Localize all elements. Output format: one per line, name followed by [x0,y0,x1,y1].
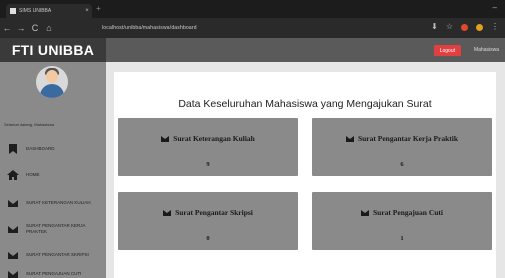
address-bar-row: ← → C ⌂ localhost/unibba/mahasiswa/dashb… [0,18,505,38]
extension-icon[interactable]: ⬇ [431,22,438,31]
sidebar-item-label: HOME [26,172,40,177]
envelope-icon [345,135,354,142]
tab-close-icon[interactable]: × [82,8,92,14]
main-content: Data Keseluruhan Mahasiswa yang Mengajuk… [106,62,505,278]
sidebar-item-dashboard[interactable]: DASHBOARD [0,142,106,156]
logout-button[interactable]: Logout [433,45,461,56]
card-title: Surat Pengantar Kerja Praktik [357,134,459,143]
extension-amber-icon[interactable] [476,24,483,31]
reload-button[interactable]: C [28,23,42,33]
new-tab-button[interactable]: + [96,4,101,13]
card-count: 9 [206,161,210,168]
card-surat-pengantar-skripsi[interactable]: Surat Pengantar Skripsi 0 [118,192,298,250]
favicon-icon [10,8,16,14]
card-count: 1 [400,235,404,242]
card-count: 0 [206,235,210,242]
browser-tab[interactable]: SIMS UNIBBA × [6,4,92,18]
url-input[interactable]: localhost/unibba/mahasiswa/dashboard [102,25,197,31]
top-header: Logout Mahasiswa [106,38,505,62]
card-surat-keterangan-kuliah[interactable]: Surat Keterangan Kuliah 9 [118,118,298,176]
page-title: Data Keseluruhan Mahasiswa yang Mengajuk… [178,98,432,110]
content-panel: Data Keseluruhan Mahasiswa yang Mengajuk… [114,72,496,278]
card-title: Surat Pengajuan Cuti [372,208,443,217]
brand-title[interactable]: FTI UNIBBA [0,38,106,62]
sidebar-menu: Selamat datang, Mahasiswa DASHBOARD HOME… [0,62,106,278]
forward-button[interactable]: → [14,23,28,33]
sidebar: FTI UNIBBA Selamat datang, Mahasiswa DAS… [0,38,106,278]
sidebar-item-label: SURAT PENGANTAR SKRIPSI [26,252,89,257]
sidebar-item-surat-kerja-praktek[interactable]: SURAT PENGANTAR KERJA PRAKTEK [0,220,106,238]
browser-toolbar-right: ⬇ ☆ ⋮ [431,22,499,31]
menu-dots-icon[interactable]: ⋮ [491,22,499,31]
sidebar-item-home[interactable]: HOME [0,168,106,182]
header-user-name[interactable]: Mahasiswa [474,47,499,53]
extension-red-icon[interactable] [461,24,468,31]
sidebar-item-surat-skripsi[interactable]: SURAT PENGANTAR SKRIPSI [0,248,106,262]
home-button[interactable]: ⌂ [42,23,56,33]
sidebar-item-label: SURAT PENGAJUAN CUTI [26,271,82,276]
card-count: 6 [400,161,404,168]
back-button[interactable]: ← [0,23,14,33]
sidebar-item-label: DASHBOARD [26,146,55,151]
sidebar-item-surat-cuti[interactable]: SURAT PENGAJUAN CUTI [0,268,106,278]
window-minimize-button[interactable]: – [493,3,497,12]
sidebar-item-label: SURAT PENGANTAR KERJA PRAKTEK [26,223,86,234]
card-title: Surat Keterangan Kuliah [173,134,255,143]
browser-tab-bar: SIMS UNIBBA × + – [0,0,505,18]
envelope-icon [6,270,20,278]
bookmark-star-icon[interactable]: ☆ [446,22,453,31]
avatar [36,66,68,98]
envelope-icon [6,251,20,259]
card-title: Surat Pengantar Skripsi [175,208,253,217]
envelope-icon [6,225,20,233]
sidebar-item-label: SURAT KETERANGAN KULIAH [26,200,91,205]
envelope-icon [6,199,20,207]
tab-title: SIMS UNIBBA [19,8,52,14]
card-surat-pengajuan-cuti[interactable]: Surat Pengajuan Cuti 1 [312,192,492,250]
sidebar-item-surat-keterangan-kuliah[interactable]: SURAT KETERANGAN KULIAH [0,196,106,210]
envelope-icon [161,135,170,142]
envelope-icon [163,209,172,216]
card-surat-pengantar-kerja-praktik[interactable]: Surat Pengantar Kerja Praktik 6 [312,118,492,176]
user-greeting: Selamat datang, Mahasiswa [4,122,55,127]
envelope-icon [360,209,369,216]
bookmark-icon [6,144,20,154]
home-icon [6,170,20,180]
